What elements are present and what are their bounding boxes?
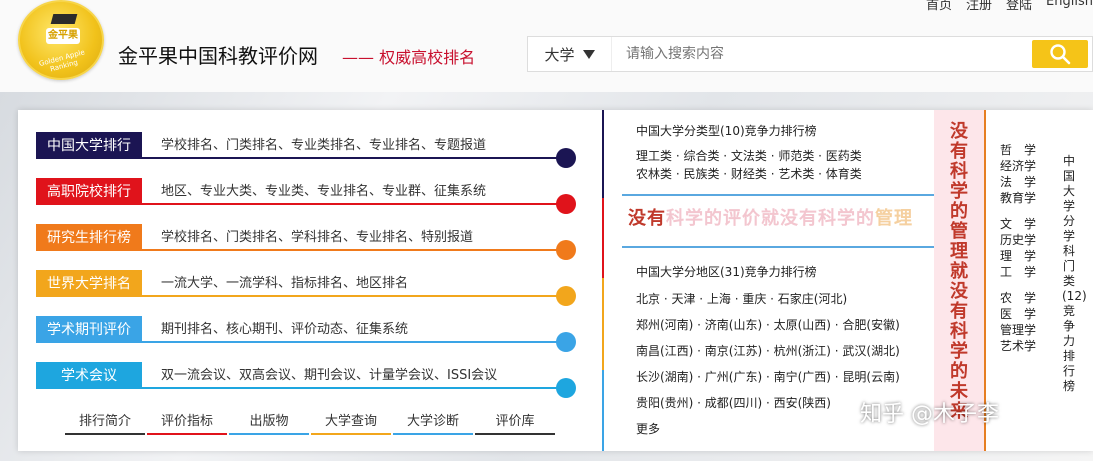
register-link[interactable]: 注册 — [966, 0, 992, 13]
header: 首页 注册 登陆 English 金平果 Golden Apple Rankin… — [0, 0, 1093, 92]
discipline-history[interactable]: 历史学 — [1000, 232, 1042, 248]
links-world[interactable]: 一流大学、一流学科、指标排名、地区排名 — [161, 272, 408, 291]
discipline-arts[interactable]: 艺术学 — [1000, 338, 1042, 354]
discipline-medicine[interactable]: 医 学 — [1000, 306, 1042, 322]
banner-part-1: 没有 — [628, 208, 666, 229]
label-vocational[interactable]: 高职院校排行 — [36, 178, 142, 204]
types-line-1[interactable]: 理工类 · 综合类 · 文法类 · 师范类 · 医药类 — [636, 147, 862, 165]
dropdown-arrow-icon — [582, 49, 595, 59]
site-slogan: —— 权威高校排名 — [342, 48, 476, 67]
row-dot — [556, 240, 576, 260]
links-journals[interactable]: 期刊排名、核心期刊、评价动态、征集系统 — [161, 318, 408, 337]
banner-part-2: 科学的评价就没有科学的 — [666, 208, 875, 229]
types-title[interactable]: 中国大学分类型(10)竞争力排行榜 — [636, 122, 817, 139]
row-dot — [556, 378, 576, 398]
discipline-list: 哲 学 经济学 法 学 教育学 文 学 历史学 理 学 工 学 农 学 医 学 … — [1000, 142, 1042, 354]
links-graduate[interactable]: 学校排名、门类排名、学科排名、专业排名、特别报道 — [161, 226, 473, 245]
nav-ranking-intro[interactable]: 排行简介 — [65, 410, 145, 435]
section-separator — [622, 194, 934, 196]
discipline-economics[interactable]: 经济学 — [1000, 158, 1042, 174]
english-link[interactable]: English — [1046, 0, 1093, 13]
row-underline — [36, 249, 574, 251]
vertical-slogan-text: 没有科学的管理就没有科学的未来 — [950, 121, 968, 422]
label-journals[interactable]: 学术期刊评价 — [36, 316, 142, 342]
types-line-2[interactable]: 农林类 · 民族类 · 财经类 · 艺术类 · 体育类 — [636, 165, 862, 183]
bottom-nav: 排行简介 评价指标 出版物 大学查询 大学诊断 评价库 — [65, 410, 555, 435]
divider-line — [602, 278, 604, 370]
discipline-engineering[interactable]: 工 学 — [1000, 264, 1042, 280]
watermark: 知乎 @木子李 — [860, 402, 999, 427]
row-underline — [36, 203, 574, 205]
ranking-menu: 中国大学排行 学校排名、门类排名、专业类排名、专业排名、专题报道 高职院校排行 … — [18, 110, 604, 451]
login-link[interactable]: 登陆 — [1006, 0, 1032, 13]
links-vocational[interactable]: 地区、专业大类、专业类、专业排名、专业群、征集系统 — [161, 180, 486, 199]
row-dot — [556, 332, 576, 352]
regions-title[interactable]: 中国大学分地区(31)竞争力排行榜 — [636, 263, 817, 280]
graduation-cap-icon — [50, 14, 78, 24]
divider-line — [602, 198, 604, 278]
regions-line-3[interactable]: 南昌(江西) · 南京(江苏) · 杭州(浙江) · 武汉(湖北) — [636, 342, 900, 360]
discipline-ranking-title[interactable]: 中国大学分学科门类(12)竞争力排行榜 — [1062, 154, 1087, 394]
links-conferences[interactable]: 双一流会议、双高会议、期刊会议、计量学会议、ISSI会议 — [161, 364, 497, 383]
discipline-law[interactable]: 法 学 — [1000, 174, 1042, 190]
links-china-universities[interactable]: 学校排名、门类排名、专业类排名、专业排名、专题报道 — [161, 134, 486, 153]
label-graduate[interactable]: 研究生排行榜 — [36, 224, 142, 250]
banner-part-3: 管理 — [875, 208, 913, 229]
menu-row-china-universities: 中国大学排行 学校排名、门类排名、专业类排名、专业排名、专题报道 — [36, 132, 596, 168]
menu-row-journals: 学术期刊评价 期刊排名、核心期刊、评价动态、征集系统 — [36, 316, 596, 352]
nav-indicators[interactable]: 评价指标 — [147, 410, 227, 435]
home-link[interactable]: 首页 — [926, 0, 952, 13]
search-icon — [1050, 44, 1071, 65]
slogan-banner: 没有 科学的评价就没有科学的 管理 — [622, 202, 938, 232]
discipline-philosophy[interactable]: 哲 学 — [1000, 142, 1042, 158]
row-dot — [556, 148, 576, 168]
label-conferences[interactable]: 学术会议 — [36, 362, 142, 388]
search-button[interactable] — [1032, 40, 1088, 68]
label-world[interactable]: 世界大学排名 — [36, 270, 142, 296]
search-type-select[interactable]: 大学 — [528, 37, 612, 71]
regions-line-1[interactable]: 北京 · 天津 · 上海 · 重庆 · 石家庄(河北) — [636, 290, 847, 308]
regions-line-4[interactable]: 长沙(湖南) · 广州(广东) · 南宁(广西) · 昆明(云南) — [636, 368, 900, 386]
nav-university-search[interactable]: 大学查询 — [311, 410, 391, 435]
search-bar: 大学 — [527, 36, 1093, 72]
row-underline — [36, 387, 574, 389]
menu-row-world: 世界大学排名 一流大学、一流学科、指标排名、地区排名 — [36, 270, 596, 306]
divider-line — [602, 110, 604, 198]
regions-line-5[interactable]: 贵阳(贵州) · 成都(四川) · 西安(陕西) — [636, 394, 831, 412]
menu-row-vocational: 高职院校排行 地区、专业大类、专业类、专业排名、专业群、征集系统 — [36, 178, 596, 214]
nav-university-diagnosis[interactable]: 大学诊断 — [393, 410, 473, 435]
section-separator — [622, 246, 934, 248]
nav-publications[interactable]: 出版物 — [229, 410, 309, 435]
row-underline — [36, 157, 574, 159]
discipline-literature[interactable]: 文 学 — [1000, 216, 1042, 232]
menu-row-graduate: 研究生排行榜 学校排名、门类排名、学科排名、专业排名、特别报道 — [36, 224, 596, 260]
discipline-management[interactable]: 管理学 — [1000, 322, 1042, 338]
site-title: 金平果中国科教评价网 — [118, 44, 318, 68]
search-type-value: 大学 — [544, 45, 575, 64]
divider-line — [602, 370, 604, 451]
row-underline — [36, 341, 574, 343]
logo-ring-text: Golden Apple Ranking — [38, 48, 86, 74]
regions-more-link[interactable]: 更多 — [636, 420, 660, 438]
row-dot — [556, 194, 576, 214]
row-underline — [36, 295, 574, 297]
nav-evaluation-db[interactable]: 评价库 — [475, 410, 555, 435]
discipline-science[interactable]: 理 学 — [1000, 248, 1042, 264]
top-links: 首页 注册 登陆 English — [926, 0, 1093, 13]
discipline-agriculture[interactable]: 农 学 — [1000, 290, 1042, 306]
logo[interactable]: 金平果 Golden Apple Ranking — [18, 0, 104, 80]
menu-row-conferences: 学术会议 双一流会议、双高会议、期刊会议、计量学会议、ISSI会议 — [36, 362, 596, 398]
search-input[interactable] — [612, 37, 1032, 71]
row-dot — [556, 286, 576, 306]
discipline-education[interactable]: 教育学 — [1000, 190, 1042, 206]
label-china-universities[interactable]: 中国大学排行 — [36, 132, 142, 158]
regions-line-2[interactable]: 郑州(河南) · 济南(山东) · 太原(山西) · 合肥(安徽) — [636, 316, 900, 334]
logo-text: 金平果 — [46, 28, 80, 44]
